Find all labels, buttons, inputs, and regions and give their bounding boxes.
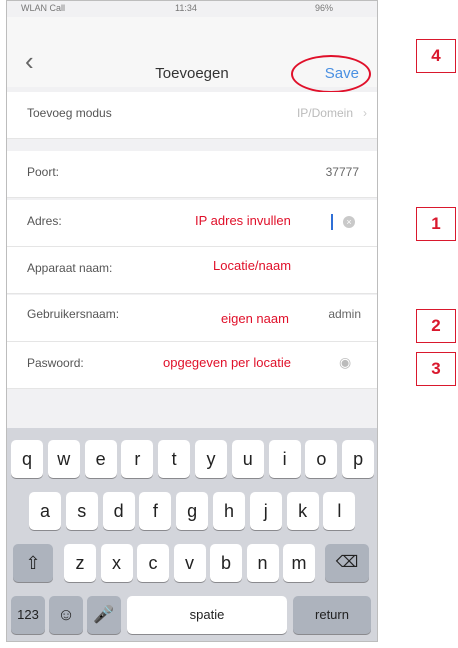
key-m[interactable]: m (283, 544, 315, 582)
password-label: Paswoord: (27, 356, 84, 370)
add-mode-value: IP/Domein (296, 106, 353, 120)
key-r[interactable]: r (121, 440, 154, 478)
key-d[interactable]: d (102, 492, 135, 530)
password-row[interactable]: Paswoord: opgegeven per locatie ◉ (7, 342, 377, 389)
clear-icon[interactable]: × (343, 216, 355, 228)
port-value[interactable]: 37777 (326, 165, 359, 179)
key-y[interactable]: y (195, 440, 227, 478)
add-mode-label: Toevoeg modus (27, 106, 112, 120)
device-name-annotation: Locatie/naam (213, 258, 292, 273)
battery-text: 96% (315, 3, 334, 13)
key-e[interactable]: e (84, 440, 117, 478)
badge-3: 3 (416, 352, 456, 386)
key-h[interactable]: h (213, 492, 245, 530)
carrier-text: WLAN Call (21, 3, 66, 13)
status-time: 11:34 (175, 3, 197, 13)
key-w[interactable]: w (47, 440, 80, 478)
key-p[interactable]: p (342, 440, 375, 478)
key-s[interactable]: s (65, 492, 98, 530)
phone-screen: WLAN Call 11:34 96% ‹ Toevoegen Save Toe… (6, 0, 378, 642)
key-j[interactable]: j (249, 492, 282, 530)
nav-bar: ‹ Toevoegen Save (7, 17, 377, 93)
address-row[interactable]: Adres: IP adres invullen × (7, 200, 377, 247)
key-n[interactable]: n (246, 544, 279, 582)
return-key[interactable]: return (293, 596, 371, 634)
key-u[interactable]: u (231, 440, 264, 478)
key-v[interactable]: v (173, 544, 206, 582)
username-value[interactable]: admin (328, 307, 361, 321)
key-t[interactable]: t (158, 440, 191, 478)
key-g[interactable]: g (176, 492, 209, 530)
key-f[interactable]: f (139, 492, 172, 530)
username-label: Gebruikersnaam: (27, 307, 120, 321)
key-l[interactable]: l (323, 492, 356, 530)
key-z[interactable]: z (64, 544, 96, 582)
username-annotation: eigen naam (221, 311, 289, 326)
emoji-key[interactable]: ☺ (49, 596, 83, 634)
key-k[interactable]: k (286, 492, 319, 530)
key-b[interactable]: b (210, 544, 242, 582)
device-name-label: Apparaat naam: (27, 261, 113, 275)
port-label: Poort: (27, 165, 60, 179)
numbers-key[interactable]: 123 (11, 596, 45, 634)
badge-4: 4 (416, 39, 456, 73)
key-x[interactable]: x (100, 544, 133, 582)
address-annotation: IP adres invullen (195, 213, 291, 228)
shift-key[interactable]: ⇧ (13, 544, 53, 582)
device-name-row[interactable]: Apparaat naam: Locatie/naam (7, 247, 377, 294)
port-row[interactable]: Poort: 37777 (7, 151, 377, 198)
add-mode-row[interactable]: Toevoeg modus IP/Domein › (7, 92, 377, 139)
username-row[interactable]: Gebruikersnaam: eigen naam admin (7, 295, 377, 342)
key-o[interactable]: o (305, 440, 338, 478)
chevron-right-icon: › (363, 106, 367, 120)
key-a[interactable]: a (29, 492, 61, 530)
keyboard: qwertyuiop asdfghjkl zxcvbnm ⇧ ⌫ 123 ☺ 🎤… (7, 428, 377, 641)
badge-1: 1 (416, 207, 456, 241)
save-highlight-circle (291, 55, 371, 93)
key-i[interactable]: i (268, 440, 301, 478)
key-c[interactable]: c (137, 544, 169, 582)
status-bar: WLAN Call 11:34 96% (7, 1, 377, 17)
backspace-key[interactable]: ⌫ (325, 544, 369, 582)
key-q[interactable]: q (11, 440, 43, 478)
microphone-key[interactable]: 🎤 (87, 596, 121, 634)
password-annotation: opgegeven per locatie (163, 355, 291, 370)
text-cursor (331, 214, 333, 230)
address-label: Adres: (27, 214, 62, 228)
badge-2: 2 (416, 309, 456, 343)
space-key[interactable]: spatie (127, 596, 287, 634)
eye-slash-icon[interactable]: ◉ (339, 354, 351, 371)
